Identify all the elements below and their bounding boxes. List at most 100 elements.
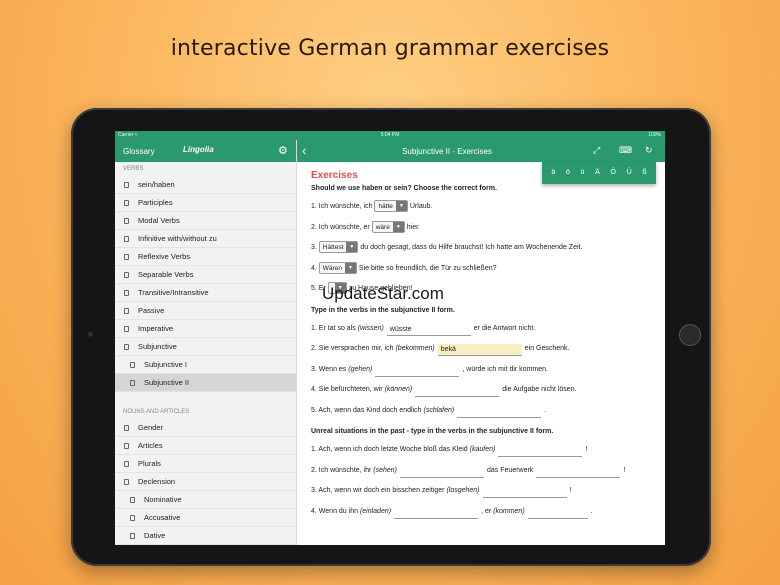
row-number: 2. — [311, 466, 317, 474]
chevron-down-icon: ▼ — [346, 242, 358, 253]
answer-input[interactable] — [482, 486, 567, 498]
row-text: , er — [481, 507, 492, 515]
sidebar-item-label: Participles — [138, 198, 173, 207]
exercise-row: 2. Ich wünschte, ihr (sehen) das Feuerwer… — [311, 464, 651, 485]
row-number: 4. — [311, 386, 317, 393]
verb-hint: (wissen) — [357, 324, 384, 332]
sidebar-item[interactable]: sein/haben — [115, 176, 296, 194]
exercise-row: 1. Ach, wenn ich doch letzte Woche bloß … — [311, 443, 651, 464]
sidebar-item[interactable]: Participles — [115, 194, 296, 212]
answer-value: hätte — [378, 203, 393, 211]
verb-hint: (einladen) — [359, 507, 392, 515]
exercise-row: 2. Sie versprachen mir, ich (bekommen) be… — [311, 342, 651, 363]
sidebar-item-label: Dative — [144, 531, 166, 540]
row-text: ein Geschenk. — [524, 345, 570, 352]
answer-input[interactable] — [498, 445, 583, 457]
answer-input[interactable] — [394, 507, 479, 519]
answer-value: Hättest — [322, 244, 344, 252]
document-icon — [130, 533, 135, 539]
sidebar-item[interactable]: Dative — [115, 527, 296, 545]
answer-input[interactable] — [415, 385, 500, 397]
camera — [88, 332, 93, 337]
sidebar-item[interactable]: Transitive/Intransitive — [115, 284, 296, 302]
row-number: 1. — [311, 203, 317, 210]
answer-input[interactable] — [536, 466, 621, 478]
answer-input[interactable] — [457, 406, 542, 418]
answer-input[interactable] — [375, 365, 460, 377]
answer-select[interactable]: hätte ▼ — [374, 200, 408, 213]
document-icon — [124, 344, 129, 350]
sidebar-item[interactable]: Infinitive with/without zu — [115, 230, 296, 248]
glossary-button[interactable]: Glossary — [123, 147, 155, 156]
sidebar-item[interactable]: Plurals — [115, 455, 296, 473]
row-text: Ich wünschte, ich — [318, 203, 373, 210]
exercise-row: 3. Ach, wenn wir doch ein bisschen zeiti… — [311, 484, 651, 505]
row-number: 4. — [311, 264, 317, 272]
sidebar-item[interactable]: Passive — [115, 302, 296, 320]
document-icon — [124, 461, 129, 467]
exercise-row: 3. Hättest ▼ du doch gesagt, dass du Hilf… — [311, 241, 651, 262]
gear-icon[interactable]: ⚙ — [278, 144, 288, 157]
keyboard-icon[interactable]: ⌨ — [619, 145, 632, 156]
headline: interactive German grammar exercises — [170, 36, 610, 61]
sidebar-item[interactable]: Subjunctive — [115, 338, 296, 356]
exercise-row: 1. Er tat so als (wissen) wüsste er die An… — [311, 322, 651, 343]
sidebar-item-label: Gender — [138, 423, 164, 432]
row-text: ! — [569, 487, 572, 494]
answer-input[interactable]: bekä — [437, 344, 522, 356]
sidebar-item[interactable]: Declension — [115, 473, 296, 491]
row-text: Ich wünschte, er — [318, 223, 370, 231]
sidebar-item-label: Imperative — [138, 324, 174, 333]
sidebar-item[interactable]: Subjunctive I — [115, 356, 296, 374]
document-icon — [124, 290, 129, 296]
verb-hint: (gehen) — [348, 365, 373, 373]
sidebar-item[interactable]: Subjunctive II — [115, 374, 296, 392]
expand-icon[interactable]: ⤢ — [593, 145, 600, 156]
question-2: Type in the verbs in the subjunctive II … — [311, 306, 455, 314]
exercise-row: 1. Ich wünschte, ich hätte ▼ Urlaub. — [311, 200, 651, 221]
answer-select[interactable]: Wären ▼ — [318, 261, 357, 274]
sidebar-item[interactable]: Gender — [115, 419, 296, 437]
page-title: Subjunctive II - Exercises — [402, 147, 492, 156]
document-icon — [124, 200, 129, 206]
status-bar: Carrier ≈ 5:04 PM 100% — [115, 131, 665, 140]
sidebar-item-label: Accusative — [144, 513, 181, 522]
sidebar-item[interactable]: Articles — [115, 437, 296, 455]
refresh-icon[interactable]: ↻ — [645, 145, 653, 156]
row-text: Wenn es — [318, 365, 347, 373]
row-text: Sie befürchteten, wir — [318, 386, 383, 393]
app-screen: Carrier ≈ 5:04 PM 100% Glossary Lingolia… — [115, 131, 665, 545]
row-text: hier. — [406, 223, 420, 231]
exercise-row: 3. Wenn es (gehen) , würde ich mit dir ko… — [311, 363, 651, 384]
sidebar-item[interactable]: Separable Verbs — [115, 266, 296, 284]
answer-input[interactable] — [400, 466, 485, 478]
exercise-row: 5. Ach, wenn das Kind doch endlich (schl… — [311, 404, 651, 425]
sidebar-item-label: Plurals — [138, 459, 161, 468]
chevron-down-icon: ▼ — [392, 221, 404, 232]
main-panel: ‹ Subjunctive II - Exercises ⤢ ⌨ ↻ äöüÄÖ… — [297, 140, 665, 545]
answer-select[interactable]: wäre ▼ — [371, 220, 405, 233]
chevron-down-icon: ▼ — [395, 201, 407, 212]
sidebar-item[interactable]: Reflexive Verbs — [115, 248, 296, 266]
row-text: . — [544, 406, 547, 414]
row-text: . — [590, 507, 593, 515]
answer-input[interactable]: wüsste — [386, 324, 471, 336]
document-icon — [124, 272, 129, 278]
sidebar-item-label: Separable Verbs — [138, 270, 194, 279]
row-number: 2. — [311, 345, 317, 352]
answer-select[interactable]: Hättest ▼ — [318, 241, 359, 254]
verb-hint: (schlafen) — [423, 406, 455, 414]
sidebar-item[interactable]: Accusative — [115, 509, 296, 527]
exercise-row: 2. Ich wünschte, er wäre ▼ hier. — [311, 220, 651, 242]
row-text: ! — [623, 466, 626, 474]
home-button[interactable] — [679, 324, 701, 346]
sidebar-item[interactable]: Modal Verbs — [115, 212, 296, 230]
row-text: Sie versprachen mir, ich — [318, 345, 394, 352]
answer-input[interactable] — [527, 507, 588, 519]
sidebar-item-label: Passive — [138, 306, 165, 315]
question-1: Should we use haben or sein? Choose the … — [311, 185, 497, 192]
verb-hint: (können) — [384, 386, 413, 393]
sidebar-item[interactable]: Imperative — [115, 320, 296, 338]
sidebar-item[interactable]: Nominative — [115, 491, 296, 509]
verb-hint: (bekommen) — [395, 345, 435, 352]
